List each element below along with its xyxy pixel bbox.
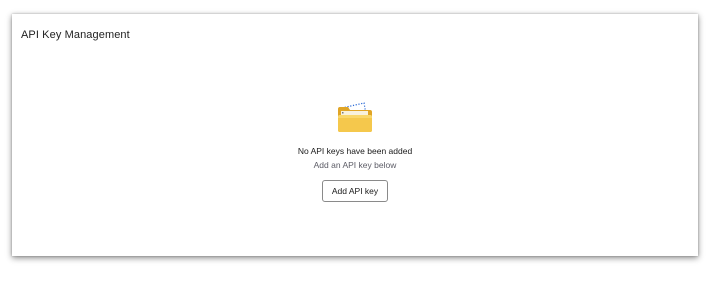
add-api-key-button[interactable]: Add API key — [321, 180, 389, 202]
folder-icon — [338, 102, 372, 132]
api-key-management-panel: API Key Management No API keys have been… — [12, 14, 698, 256]
page: API Key Management No API keys have been… — [0, 0, 717, 282]
panel-title: API Key Management — [21, 29, 130, 41]
empty-state-title: No API keys have been added — [297, 146, 413, 156]
empty-state: No API keys have been added Add an API k… — [12, 100, 698, 202]
empty-state-subtitle: Add an API key below — [313, 160, 397, 170]
